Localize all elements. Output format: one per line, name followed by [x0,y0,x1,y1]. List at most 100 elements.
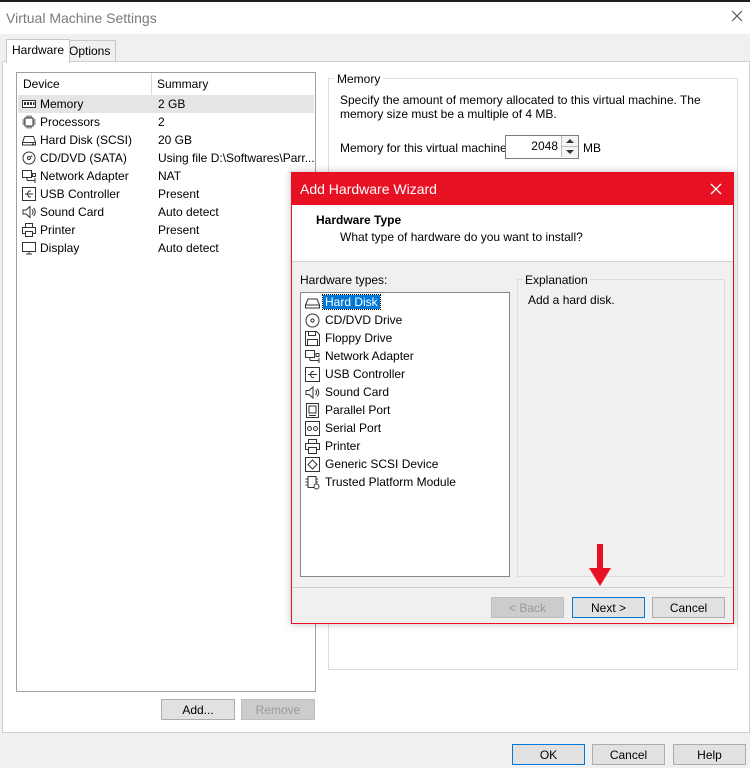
memory-icon [22,100,36,108]
device-name: Display [40,241,80,255]
display-icon [22,242,36,255]
hw-item-label: Trusted Platform Module [325,475,456,489]
hardware-types-label: Hardware types: [300,273,388,287]
tpm-icon [305,476,320,490]
sound-card-icon [22,205,36,219]
hard-disk-icon [22,136,36,146]
window-title: Virtual Machine Settings [6,10,157,26]
hw-item-sound-card[interactable]: Sound Card [305,384,505,401]
close-icon[interactable] [729,8,745,24]
wizard-title: Add Hardware Wizard [300,181,437,197]
device-name: USB Controller [40,187,121,201]
memory-down-button[interactable] [561,147,578,157]
hw-item-floppy[interactable]: Floppy Drive [305,330,505,347]
wizard-header: Hardware Type What type of hardware do y… [292,205,733,262]
device-row-hard-disk[interactable]: Hard Disk (SCSI) 20 GB [18,131,314,149]
explanation-group [517,279,725,577]
tab-options[interactable]: Options [63,40,117,62]
explanation-text: Add a hard disk. [528,293,615,307]
close-icon[interactable] [709,182,723,196]
floppy-icon [305,331,320,346]
wizard-cancel-button[interactable]: Cancel [652,597,725,618]
parallel-port-icon [306,403,319,418]
ok-button[interactable]: OK [512,744,585,765]
memory-value[interactable]: 2048 [506,139,558,153]
tab-hardware[interactable]: Hardware [6,39,71,63]
summary-column-header[interactable]: Summary [157,77,208,91]
processor-icon [22,115,36,129]
memory-description: Specify the amount of memory allocated t… [340,93,701,121]
device-name: Hard Disk (SCSI) [40,133,133,147]
wizard-titlebar[interactable]: Add Hardware Wizard [292,173,733,205]
hw-item-label: Hard Disk [322,294,381,310]
next-button[interactable]: Next > [572,597,645,618]
hw-item-label: Parallel Port [325,403,391,417]
device-name: Printer [40,223,76,237]
hw-item-serial-port[interactable]: Serial Port [305,420,505,437]
memory-up-button[interactable] [561,136,578,147]
printer-icon [305,439,320,454]
hw-item-label: Network Adapter [325,349,414,363]
device-summary: Present [158,187,200,201]
tab-options-label: Options [69,44,111,58]
hw-item-label: Printer [325,439,361,453]
usb-controller-icon [22,187,36,201]
device-name: Processors [40,115,101,129]
hw-item-parallel-port[interactable]: Parallel Port [305,402,505,419]
hw-item-label: Serial Port [325,421,382,435]
device-summary: Auto detect [158,205,219,219]
network-adapter-icon [22,170,36,183]
generic-scsi-icon [305,457,320,472]
tab-hardware-label: Hardware [12,43,65,57]
red-arrow-annotation-icon [589,544,611,586]
device-summary: 2 [158,115,165,129]
explanation-label: Explanation [523,273,590,287]
device-row-display[interactable]: Display Auto detect [18,239,314,257]
hw-item-generic-scsi[interactable]: Generic SCSI Device [305,456,505,473]
device-summary: 20 GB [158,133,193,147]
hw-item-label: Sound Card [325,385,390,399]
device-name: CD/DVD (SATA) [40,151,127,165]
hw-item-printer[interactable]: Printer [305,438,505,455]
memory-spinner[interactable]: 2048 [505,135,579,159]
hw-item-usb-controller[interactable]: USB Controller [305,366,505,383]
device-row-usb-controller[interactable]: USB Controller Present [18,185,314,203]
device-name: Sound Card [40,205,105,219]
device-summary: Using file D:\Softwares\Parr... [158,151,315,165]
cancel-button[interactable]: Cancel [592,744,665,765]
device-row-sound-card[interactable]: Sound Card Auto detect [18,203,314,221]
hw-item-network-adapter[interactable]: Network Adapter [305,348,505,365]
hardware-types-list[interactable]: Hard Disk CD/DVD Drive Floppy Drive Netw… [300,292,510,577]
hw-item-cd-dvd[interactable]: CD/DVD Drive [305,312,505,329]
wizard-subheading: What type of hardware do you want to ins… [340,230,583,244]
device-row-processors[interactable]: Processors 2 [18,113,314,131]
cd-dvd-icon [305,313,320,328]
column-divider[interactable] [151,73,152,95]
hw-item-label: Generic SCSI Device [325,457,439,471]
hw-item-hard-disk[interactable]: Hard Disk [305,294,505,311]
sound-card-icon [305,385,320,400]
device-summary: Auto detect [158,241,219,255]
caret-down-icon [566,150,574,154]
hw-item-tpm[interactable]: Trusted Platform Module [305,474,505,491]
device-row-printer[interactable]: Printer Present [18,221,314,239]
back-button[interactable]: < Back [491,597,564,618]
device-summary: 2 GB [158,97,186,111]
printer-icon [22,223,36,237]
device-row-cd-dvd[interactable]: CD/DVD (SATA) Using file D:\Softwares\Pa… [18,149,315,167]
device-row-network-adapter[interactable]: Network Adapter NAT [18,167,314,185]
wizard-divider [292,587,733,588]
add-device-button[interactable]: Add... [161,699,235,720]
remove-device-button[interactable]: Remove [241,699,315,720]
device-column-header[interactable]: Device [23,77,60,91]
device-list[interactable]: Device Summary Memory 2 GB Processors 2 … [16,72,316,692]
network-adapter-icon [305,350,320,363]
device-row-memory[interactable]: Memory 2 GB [18,95,314,113]
device-summary: NAT [158,169,182,183]
cd-dvd-icon [22,151,36,165]
memory-group-label: Memory [334,72,384,86]
window-top-border [0,0,750,2]
usb-controller-icon [305,367,320,382]
help-button[interactable]: Help [673,744,746,765]
caret-up-icon [566,139,574,143]
